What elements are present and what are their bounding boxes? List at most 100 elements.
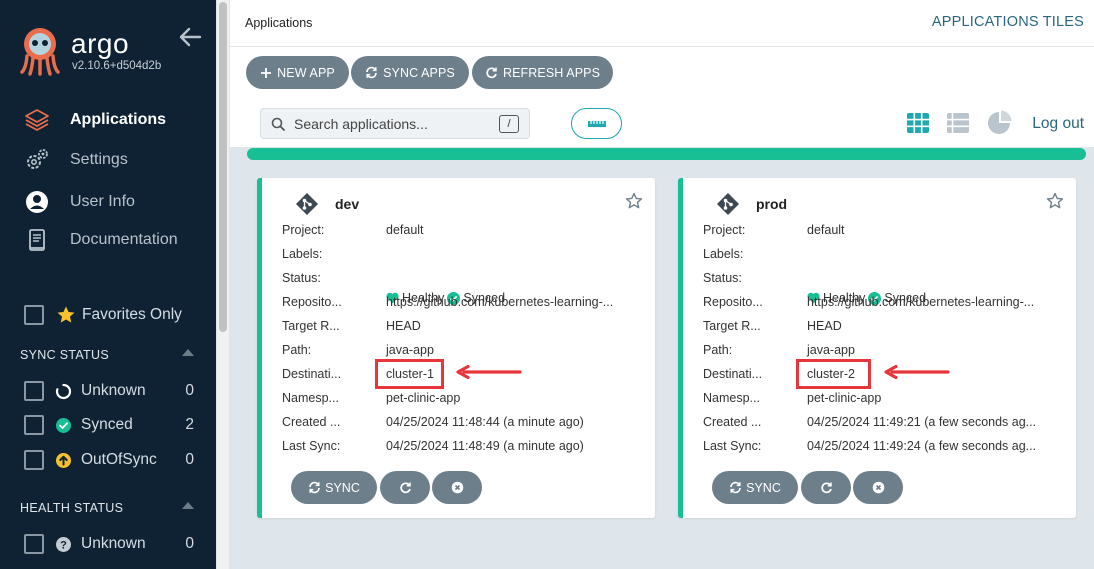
sync-icon bbox=[309, 481, 320, 494]
gears-icon bbox=[24, 147, 50, 173]
loading-progress-bar bbox=[247, 148, 1086, 160]
top-bar: Applications APPLICATIONS TILES bbox=[230, 0, 1094, 47]
logout-link[interactable]: Log out bbox=[1032, 115, 1084, 133]
field-project: Project: default bbox=[282, 223, 424, 237]
refresh-apps-label: REFRESH APPS bbox=[502, 65, 601, 80]
field-path: Path: java-app bbox=[282, 343, 434, 357]
check-circle-icon bbox=[54, 416, 72, 434]
delete-button[interactable] bbox=[432, 471, 482, 504]
nav-documentation[interactable]: Documentation bbox=[24, 226, 178, 254]
brand-name: argo bbox=[71, 28, 130, 59]
favorites-label: Favorites Only bbox=[82, 306, 182, 323]
app-name[interactable]: dev bbox=[335, 196, 359, 212]
filter-count: 0 bbox=[185, 382, 194, 399]
field-target-revision: Target R... HEAD bbox=[282, 319, 421, 333]
field-last-sync: Last Sync: 04/25/2024 11:48:49 (a minute … bbox=[282, 439, 584, 453]
page-title: APPLICATIONS TILES bbox=[931, 14, 1084, 30]
favorites-checkbox[interactable] bbox=[24, 305, 44, 325]
refresh-button[interactable] bbox=[380, 471, 430, 504]
field-destination: Destinati... cluster-2 bbox=[703, 367, 855, 381]
filter-count: 2 bbox=[185, 416, 194, 433]
favorite-star-icon[interactable] bbox=[625, 192, 643, 210]
favorite-star-icon[interactable] bbox=[1046, 192, 1064, 210]
search-box[interactable]: / bbox=[260, 108, 530, 139]
arrow-up-circle-icon bbox=[54, 451, 72, 469]
search-input[interactable] bbox=[294, 115, 504, 132]
search-icon bbox=[271, 117, 285, 131]
nav-label: Applications bbox=[70, 111, 167, 128]
refresh-apps-button[interactable]: REFRESH APPS bbox=[472, 56, 613, 89]
search-shortcut-key: / bbox=[499, 115, 519, 133]
sync-icon bbox=[366, 66, 377, 79]
close-circle-icon bbox=[451, 481, 463, 494]
refresh-button[interactable] bbox=[801, 471, 851, 504]
list-icon bbox=[947, 113, 969, 133]
filter-health-unknown[interactable]: ? Unknown 0 bbox=[24, 533, 194, 555]
field-labels: Labels: bbox=[703, 247, 744, 261]
nav-label: User Info bbox=[70, 193, 135, 210]
filter-label: Unknown bbox=[81, 535, 146, 552]
sync-button[interactable]: SYNC bbox=[712, 471, 798, 504]
app-tile-prod[interactable]: prod Project: default Labels: Status: Hea… bbox=[678, 178, 1076, 518]
filter-count: 0 bbox=[185, 535, 194, 552]
close-circle-icon bbox=[872, 481, 884, 494]
collapse-health-status-icon[interactable] bbox=[182, 502, 194, 509]
book-icon bbox=[24, 227, 50, 253]
delete-button[interactable] bbox=[853, 471, 903, 504]
field-repository: Reposito... https://github.com/kubernetes… bbox=[282, 295, 614, 309]
git-icon bbox=[717, 193, 739, 215]
field-repository: Reposito... https://github.com/kubernetes… bbox=[703, 295, 1035, 309]
filter-checkbox[interactable] bbox=[24, 381, 44, 401]
sync-apps-label: SYNC APPS bbox=[383, 65, 455, 80]
filter-sync-synced[interactable]: Synced 2 bbox=[24, 414, 194, 436]
filters-toggle-button[interactable] bbox=[571, 108, 622, 139]
scrollbar-thumb[interactable] bbox=[219, 2, 227, 332]
pie-chart-icon bbox=[988, 110, 1012, 134]
field-status: Status: Healthy Synced bbox=[703, 271, 927, 305]
field-project: Project: default bbox=[703, 223, 845, 237]
nav-applications[interactable]: Applications bbox=[24, 106, 166, 134]
field-namespace: Namesp... pet-clinic-app bbox=[703, 391, 882, 405]
destination-highlight-box bbox=[375, 359, 444, 389]
favorites-only-filter[interactable]: Favorites Only bbox=[24, 305, 182, 325]
breadcrumb[interactable]: Applications bbox=[245, 16, 312, 30]
nav-label: Documentation bbox=[70, 231, 178, 248]
summary-view-button[interactable] bbox=[986, 110, 1012, 136]
circle-notch-icon bbox=[54, 382, 72, 400]
filter-label: Unknown bbox=[81, 382, 146, 399]
new-app-button[interactable]: NEW APP bbox=[246, 56, 349, 89]
list-view-button[interactable] bbox=[945, 110, 971, 136]
star-icon bbox=[57, 306, 75, 323]
new-app-label: NEW APP bbox=[277, 65, 335, 80]
field-status: Status: Healthy Synced bbox=[282, 271, 506, 305]
sync-button[interactable]: SYNC bbox=[291, 471, 377, 504]
app-tile-dev[interactable]: dev Project: default Labels: Status: Heal… bbox=[257, 178, 655, 518]
sync-label: SYNC bbox=[325, 480, 360, 495]
nav-settings[interactable]: Settings bbox=[24, 146, 128, 174]
plus-icon bbox=[261, 67, 272, 78]
filter-checkbox[interactable] bbox=[24, 534, 44, 554]
argo-logo-icon bbox=[20, 28, 60, 76]
field-last-sync: Last Sync: 04/25/2024 11:49:24 (a few sec… bbox=[703, 439, 1037, 453]
filter-checkbox[interactable] bbox=[24, 415, 44, 435]
annotation-arrow-icon bbox=[884, 365, 950, 379]
grid-icon bbox=[907, 113, 929, 133]
collapse-sidebar-icon[interactable] bbox=[178, 26, 202, 48]
sidebar-scrollbar[interactable] bbox=[217, 0, 229, 569]
tiles-view-button[interactable] bbox=[905, 110, 931, 136]
collapse-sync-status-icon[interactable] bbox=[182, 349, 194, 356]
filter-checkbox[interactable] bbox=[24, 450, 44, 470]
filter-sync-outofsync[interactable]: OutOfSync 0 bbox=[24, 449, 194, 471]
nav-label: Settings bbox=[70, 151, 128, 168]
filter-sync-unknown[interactable]: Unknown 0 bbox=[24, 380, 194, 402]
layers-icon bbox=[24, 107, 50, 133]
app-name[interactable]: prod bbox=[756, 196, 787, 212]
sync-apps-button[interactable]: SYNC APPS bbox=[351, 56, 469, 89]
field-target-revision: Target R... HEAD bbox=[703, 319, 842, 333]
refresh-icon bbox=[486, 67, 497, 79]
sync-label: SYNC bbox=[746, 480, 781, 495]
sidebar: argo v2.10.6+d504d2b Applications Settin… bbox=[0, 0, 216, 569]
destination-highlight-box bbox=[796, 359, 871, 389]
nav-user-info[interactable]: User Info bbox=[24, 188, 135, 216]
refresh-icon bbox=[399, 482, 411, 494]
